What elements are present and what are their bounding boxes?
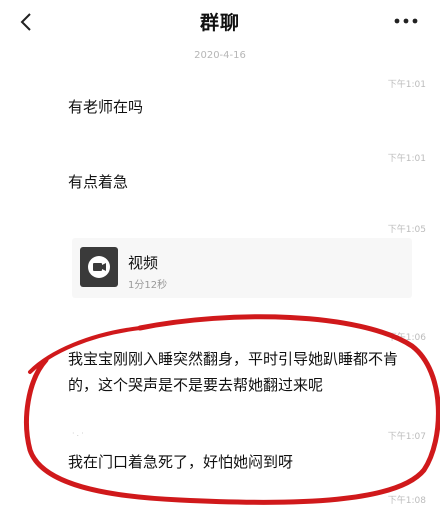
chat-title: 群聊 [199,12,240,34]
more-options-icon[interactable] [394,18,418,24]
video-title: 视频 [128,254,159,272]
message-time: 下午1:07 [387,432,426,442]
video-thumbnail [80,247,118,287]
message-time: 下午1:01 [387,80,426,90]
message-time: 下午1:01 [387,154,426,164]
message-text[interactable]: 我在门口着急死了，好怕她闷到呀 [68,451,293,472]
message-time: 下午1:05 [387,225,426,235]
sender-name-blurred: ·.· [72,429,86,438]
message-text[interactable]: 有老师在吗 [68,96,143,118]
message-text[interactable]: 我宝宝刚刚入睡突然翻身，平时引导她趴睡都不肯的，这个哭声是不是要去帮她翻过来呢 [68,346,408,398]
video-message[interactable]: 视频 1分12秒 [72,238,412,298]
chat-header: 群聊 [0,0,440,44]
message-text[interactable]: 有点着急 [68,171,128,193]
message-time: 下午1:06 [387,333,426,343]
message-time: 下午1:08 [387,496,426,506]
video-play-icon [88,256,110,278]
video-duration: 1分12秒 [128,280,168,291]
chat-date: 2020-4-16 [194,50,246,61]
